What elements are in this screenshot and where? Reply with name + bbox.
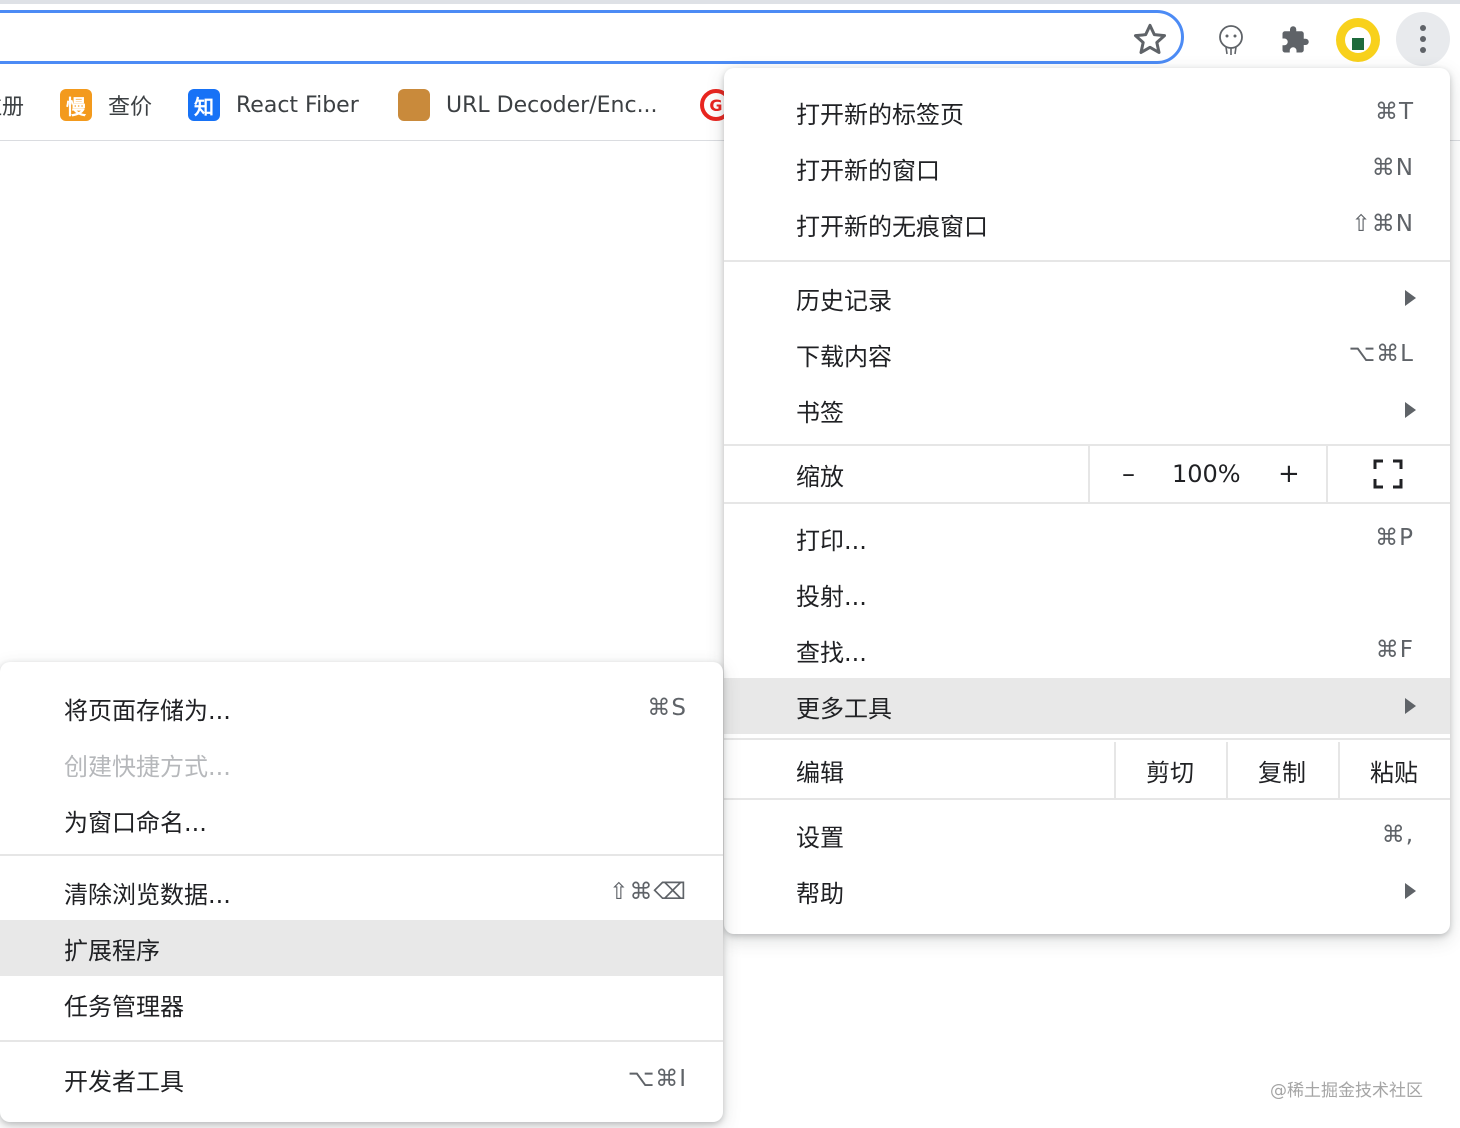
zoom-separator xyxy=(1088,446,1090,502)
menu-item-label: 打开新的标签页 xyxy=(796,100,964,129)
zhihu-favicon-icon: 知 xyxy=(188,89,220,121)
submenu-arrow-icon xyxy=(1405,698,1416,714)
menu-item-label: 书签 xyxy=(796,398,844,427)
menu-item-shortcut: ⌥⌘L xyxy=(1348,341,1414,367)
menu-item-shortcut: ⌘P xyxy=(1375,525,1414,551)
menu-separator xyxy=(724,502,1450,504)
menu-item-label: 将页面存储为... xyxy=(64,696,231,725)
zoom-separator xyxy=(1326,446,1328,502)
menu-item-label: 打开新的无痕窗口 xyxy=(796,212,988,241)
menu-item-task-manager[interactable]: 任务管理器 xyxy=(0,976,723,1032)
menu-item-label: 任务管理器 xyxy=(64,992,184,1021)
menu-item-help[interactable]: 帮助 xyxy=(724,863,1450,919)
menu-item-new-tab[interactable]: 打开新的标签页 ⌘T xyxy=(724,84,1450,140)
chrome-main-menu: 打开新的标签页 ⌘T 打开新的窗口 ⌘N 打开新的无痕窗口 ⇧⌘N 历史记录 下… xyxy=(724,68,1450,934)
menu-item-shortcut: ⇧⌘⌫ xyxy=(609,879,687,905)
menu-item-label: 创建快捷方式... xyxy=(64,752,231,781)
menu-item-save-page[interactable]: 将页面存储为... ⌘S xyxy=(0,680,723,736)
menu-item-label: 打印... xyxy=(796,526,867,555)
menu-item-more-tools[interactable]: 更多工具 xyxy=(724,678,1450,734)
more-tools-submenu: 将页面存储为... ⌘S 创建快捷方式... 为窗口命名... 清除浏览数据..… xyxy=(0,662,723,1122)
menu-separator xyxy=(0,854,723,856)
menu-item-label: 更多工具 xyxy=(796,694,892,723)
avatar-image xyxy=(1345,27,1371,53)
url-decoder-favicon-icon xyxy=(398,89,430,121)
browser-toolbar xyxy=(0,0,1460,70)
bookmark-label: 注册 xyxy=(0,95,25,120)
puzzle-extensions-icon[interactable] xyxy=(1272,17,1318,63)
menu-item-name-window[interactable]: 为窗口命名... xyxy=(0,792,723,848)
menu-item-label: 设置 xyxy=(796,823,844,852)
menu-item-label: 查找... xyxy=(796,638,867,667)
menu-item-shortcut: ⌘N xyxy=(1371,155,1414,181)
more-vertical-icon xyxy=(1420,25,1426,53)
menu-item-label: 帮助 xyxy=(796,879,844,908)
menu-separator xyxy=(724,798,1450,800)
menu-item-shortcut: ⌘T xyxy=(1374,99,1414,125)
menu-item-extensions[interactable]: 扩展程序 xyxy=(0,920,723,976)
menu-item-bookmarks[interactable]: 书签 xyxy=(724,382,1450,438)
menu-item-create-shortcut: 创建快捷方式... xyxy=(0,736,723,792)
bookmark-item[interactable]: 注册 xyxy=(0,88,24,122)
menu-separator xyxy=(0,1040,723,1042)
menu-item-shortcut: ⌘F xyxy=(1375,637,1414,663)
profile-avatar[interactable] xyxy=(1336,18,1380,62)
menu-item-downloads[interactable]: 下载内容 ⌥⌘L xyxy=(724,326,1450,382)
menu-item-cast[interactable]: 投射... xyxy=(724,566,1450,622)
menu-item-new-incognito[interactable]: 打开新的无痕窗口 ⇧⌘N xyxy=(724,196,1450,252)
menu-item-label: 打开新的窗口 xyxy=(796,156,940,185)
menu-item-label: 缩放 xyxy=(796,462,844,491)
address-bar[interactable] xyxy=(0,10,1184,64)
submenu-arrow-icon xyxy=(1405,290,1416,306)
menu-item-shortcut: ⌘S xyxy=(647,695,687,721)
paste-button[interactable]: 粘贴 xyxy=(1340,753,1448,788)
menu-item-label: 投射... xyxy=(796,582,867,611)
zoom-in-button[interactable]: + xyxy=(1278,459,1300,489)
menu-item-devtools[interactable]: 开发者工具 ⌥⌘I xyxy=(0,1051,723,1107)
menu-separator xyxy=(724,738,1450,740)
menu-item-label: 历史记录 xyxy=(796,286,892,315)
tab-strip-edge xyxy=(0,0,1460,4)
menu-item-clear-data[interactable]: 清除浏览数据... ⇧⌘⌫ xyxy=(0,864,723,920)
bookmark-item[interactable]: URL Decoder/Enc... xyxy=(398,88,658,122)
menu-item-label: 清除浏览数据... xyxy=(64,880,231,909)
fullscreen-icon[interactable] xyxy=(1373,459,1403,489)
menu-item-settings[interactable]: 设置 ⌘, xyxy=(724,807,1450,863)
bookmark-star-icon[interactable] xyxy=(1130,20,1170,60)
bookmark-label: URL Decoder/Enc... xyxy=(446,92,658,118)
bookmark-label: 查价 xyxy=(108,95,153,120)
menu-separator xyxy=(724,260,1450,262)
menu-item-new-window[interactable]: 打开新的窗口 ⌘N xyxy=(724,140,1450,196)
menu-item-find[interactable]: 查找... ⌘F xyxy=(724,622,1450,678)
extension-face-icon[interactable] xyxy=(1208,17,1254,63)
menu-item-zoom: 缩放 – 100% + xyxy=(724,446,1450,502)
bookmark-label: React Fiber xyxy=(236,92,359,118)
bookmark-item[interactable]: 知 React Fiber xyxy=(188,88,359,122)
menu-item-label: 下载内容 xyxy=(796,342,892,371)
menu-item-history[interactable]: 历史记录 xyxy=(724,270,1450,326)
menu-item-label: 编辑 xyxy=(796,758,844,787)
bookmark-item[interactable]: 慢 查价 xyxy=(60,88,152,122)
cut-button[interactable]: 剪切 xyxy=(1116,753,1224,788)
copy-button[interactable]: 复制 xyxy=(1228,753,1336,788)
menu-item-edit: 编辑 剪切 复制 粘贴 xyxy=(724,742,1450,798)
zoom-out-button[interactable]: – xyxy=(1122,459,1135,489)
submenu-arrow-icon xyxy=(1405,402,1416,418)
submenu-arrow-icon xyxy=(1405,883,1416,899)
watermark: @稀土掘金技术社区 xyxy=(1270,1081,1423,1101)
menu-item-shortcut: ⌥⌘I xyxy=(627,1066,687,1092)
man-favicon-icon: 慢 xyxy=(60,89,92,121)
menu-item-label: 扩展程序 xyxy=(64,936,160,965)
menu-item-shortcut: ⇧⌘N xyxy=(1351,211,1414,237)
menu-item-shortcut: ⌘, xyxy=(1381,822,1414,848)
menu-item-label: 为窗口命名... xyxy=(64,808,207,837)
zoom-level: 100% xyxy=(1172,460,1241,488)
menu-item-label: 开发者工具 xyxy=(64,1067,184,1096)
menu-item-print[interactable]: 打印... ⌘P xyxy=(724,510,1450,566)
more-menu-button[interactable] xyxy=(1396,12,1450,66)
